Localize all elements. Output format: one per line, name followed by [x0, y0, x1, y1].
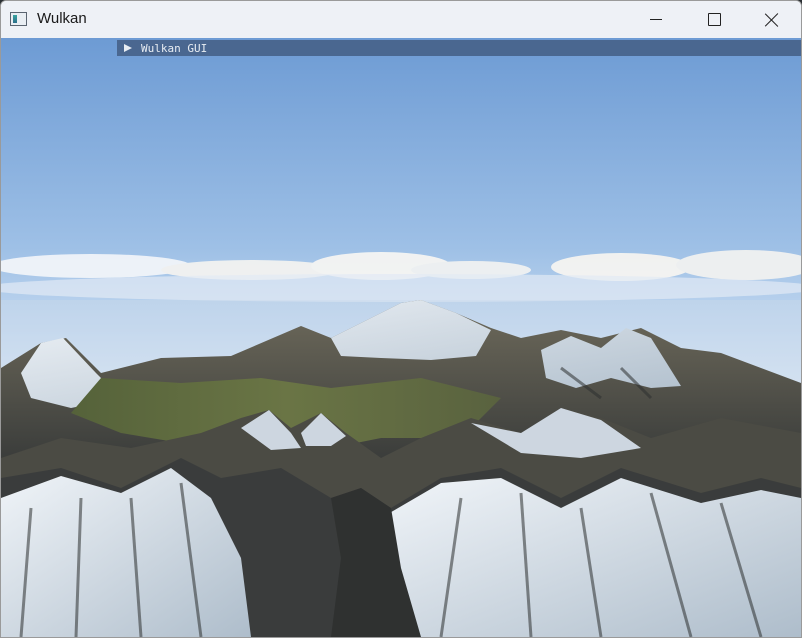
app-icon	[10, 12, 27, 26]
render-viewport[interactable]: Wulkan GUI	[1, 38, 801, 637]
close-button[interactable]	[743, 1, 801, 38]
app-window: Wulkan Wulkan GUI	[0, 0, 802, 638]
gui-panel-label: Wulkan GUI	[141, 41, 208, 55]
terrain-scene	[1, 38, 801, 637]
minimize-button[interactable]	[627, 1, 685, 38]
gui-panel-header[interactable]: Wulkan GUI	[117, 40, 801, 56]
close-icon	[765, 13, 779, 27]
maximize-icon	[707, 13, 721, 26]
minimize-icon	[650, 19, 662, 20]
title-bar[interactable]: Wulkan	[1, 1, 801, 38]
collapse-arrow-icon[interactable]	[124, 44, 132, 52]
maximize-button[interactable]	[685, 1, 743, 38]
window-title: Wulkan	[37, 10, 87, 27]
